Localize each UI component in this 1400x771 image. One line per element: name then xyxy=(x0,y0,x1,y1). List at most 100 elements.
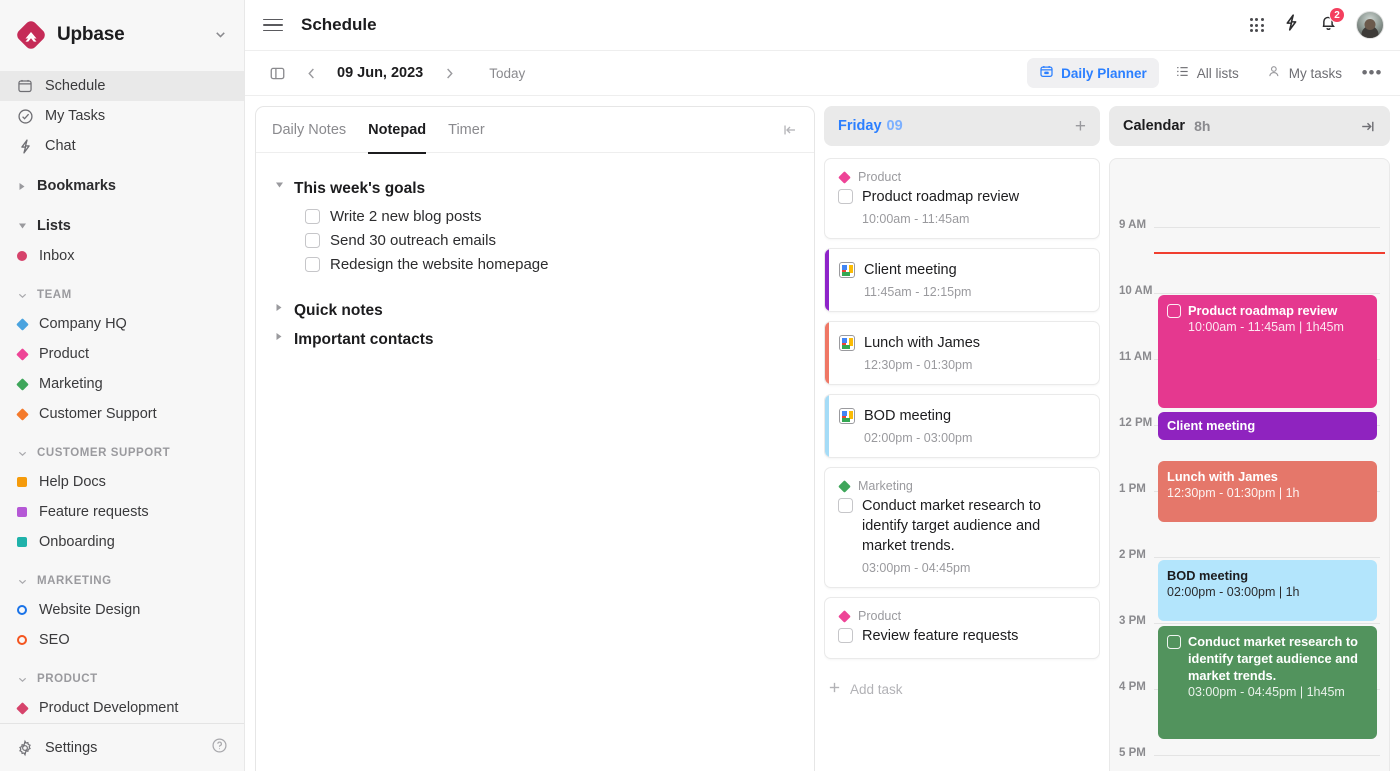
notepad-todo[interactable]: Write 2 new blog posts xyxy=(305,204,798,228)
tab-daily-notes[interactable]: Daily Notes xyxy=(272,107,346,153)
more-options-button[interactable]: ••• xyxy=(1358,59,1386,87)
caret-right-icon[interactable] xyxy=(272,297,286,312)
event-title: Lunch with James xyxy=(1167,469,1278,484)
grid-apps-icon[interactable] xyxy=(1249,17,1264,33)
event-title: Client meeting xyxy=(1167,418,1256,433)
brand-header[interactable]: Upbase xyxy=(0,0,244,69)
chevron-down-icon[interactable] xyxy=(213,27,228,42)
collapse-left-icon[interactable] xyxy=(782,122,798,138)
help-circle-icon[interactable] xyxy=(211,737,228,759)
caret-down-icon[interactable] xyxy=(272,175,286,189)
checkbox[interactable] xyxy=(1167,304,1181,318)
list-ring-icon xyxy=(16,634,28,646)
calendar-event[interactable]: BOD meeting 02:00pm - 03:00pm | 1h xyxy=(1158,560,1377,621)
event-title: BOD meeting xyxy=(1167,568,1249,583)
sidebar-group-lists[interactable]: Lists xyxy=(0,211,244,241)
gear-icon[interactable] xyxy=(16,739,34,757)
sidebar-group-bookmarks[interactable]: Bookmarks xyxy=(0,171,244,201)
bell-icon[interactable]: 2 xyxy=(1319,7,1345,37)
sidebar-panel-icon[interactable] xyxy=(263,59,291,87)
calendar-event[interactable]: Lunch with James 12:30pm - 01:30pm | 1h xyxy=(1158,461,1377,522)
calendar-column: Calendar 8h 9 AM 10 AM 11 AM 12 PM 1 PM xyxy=(1109,106,1390,771)
sidebar-section-product[interactable]: PRODUCT xyxy=(0,665,244,693)
sidebar-section-marketing[interactable]: MARKETING xyxy=(0,567,244,595)
notepad-body: This week's goals Write 2 new blog posts… xyxy=(256,153,814,355)
expand-right-icon[interactable] xyxy=(1359,118,1376,135)
sidebar-item-label: Chat xyxy=(45,138,76,155)
sidebar-item-customer-support[interactable]: Customer Support xyxy=(0,399,244,429)
list-diamond-icon xyxy=(15,348,29,361)
task-card[interactable]: Marketing Conduct market research to ide… xyxy=(824,467,1100,588)
sidebar-item-product[interactable]: Product xyxy=(0,339,244,369)
sidebar-item-seo[interactable]: SEO xyxy=(0,625,244,655)
hour-label: 3 PM xyxy=(1119,615,1146,627)
checkbox[interactable] xyxy=(838,628,853,643)
view-all-lists[interactable]: All lists xyxy=(1163,58,1251,88)
hamburger-icon[interactable] xyxy=(263,15,283,35)
sidebar-item-inbox[interactable]: Inbox xyxy=(0,241,244,271)
avatar[interactable] xyxy=(1356,11,1384,39)
settings-label[interactable]: Settings xyxy=(45,740,200,756)
lightning-icon[interactable] xyxy=(1282,13,1301,37)
current-date[interactable]: 09 Jun, 2023 xyxy=(331,65,429,81)
caret-right-icon[interactable] xyxy=(272,326,286,341)
sidebar-item-help-docs[interactable]: Help Docs xyxy=(0,467,244,497)
sidebar-item-product-development[interactable]: Product Development xyxy=(0,693,244,723)
calendar-event[interactable]: Conduct market research to identify targ… xyxy=(1158,626,1377,739)
hour-label: 5 PM xyxy=(1119,747,1146,759)
day-name: Friday xyxy=(838,118,882,134)
tab-timer[interactable]: Timer xyxy=(448,107,485,153)
task-title: Conduct market research to identify targ… xyxy=(862,498,1041,554)
sidebar-section-customer-support[interactable]: CUSTOMER SUPPORT xyxy=(0,439,244,467)
add-task-button[interactable]: Add task xyxy=(824,668,1100,710)
event-card[interactable]: Client meeting 11:45am - 12:15pm xyxy=(824,248,1100,312)
event-time: 03:00pm - 04:45pm | 1h45m xyxy=(1188,685,1345,699)
plus-icon[interactable]: + xyxy=(1075,117,1086,136)
sidebar-section-label: CUSTOMER SUPPORT xyxy=(37,447,171,460)
checkbox[interactable] xyxy=(305,208,320,224)
check-circle-icon xyxy=(16,107,34,125)
sidebar-item-my-tasks[interactable]: My Tasks xyxy=(0,101,244,131)
sidebar-item-label: My Tasks xyxy=(45,108,106,125)
calendar-grid[interactable]: 9 AM 10 AM 11 AM 12 PM 1 PM 2 PM 3 PM 4 … xyxy=(1109,158,1390,771)
notepad-todo[interactable]: Redesign the website homepage xyxy=(305,252,798,276)
view-daily-planner[interactable]: Daily Planner xyxy=(1027,58,1159,88)
notepad-block-goals[interactable]: This week's goals xyxy=(272,175,798,202)
sidebar-item-chat[interactable]: Chat xyxy=(0,131,244,161)
sidebar-item-feature-requests[interactable]: Feature requests xyxy=(0,497,244,527)
checkbox[interactable] xyxy=(838,498,853,513)
notepad-todo[interactable]: Send 30 outreach emails xyxy=(305,228,798,252)
event-card[interactable]: BOD meeting 02:00pm - 03:00pm xyxy=(824,394,1100,458)
event-card[interactable]: Lunch with James 12:30pm - 01:30pm xyxy=(824,321,1100,385)
task-card[interactable]: Product Product roadmap review 10:00am -… xyxy=(824,158,1100,239)
list-diamond-icon xyxy=(15,318,29,331)
sidebar-item-onboarding[interactable]: Onboarding xyxy=(0,527,244,557)
hour-line xyxy=(1154,293,1380,294)
sidebar-item-website-design[interactable]: Website Design xyxy=(0,595,244,625)
calendar-title: Calendar xyxy=(1123,118,1186,134)
checkbox[interactable] xyxy=(838,189,853,204)
add-task-label: Add task xyxy=(850,681,903,697)
prev-day-button[interactable] xyxy=(297,59,325,87)
calendar-event[interactable]: Client meeting xyxy=(1158,412,1377,440)
sidebar-item-marketing[interactable]: Marketing xyxy=(0,369,244,399)
event-title: Client meeting xyxy=(864,262,957,278)
checkbox[interactable] xyxy=(1167,635,1181,649)
checkbox[interactable] xyxy=(305,232,320,248)
notepad-block-important-contacts[interactable]: Important contacts xyxy=(272,326,798,353)
checkbox[interactable] xyxy=(305,256,320,272)
list-ring-icon xyxy=(16,604,28,616)
sidebar-item-company-hq[interactable]: Company HQ xyxy=(0,309,244,339)
sidebar-section-team[interactable]: TEAM xyxy=(0,281,244,309)
sidebar-item-schedule[interactable]: Schedule xyxy=(0,71,244,102)
next-day-button[interactable] xyxy=(435,59,463,87)
notepad-block-quick-notes[interactable]: Quick notes xyxy=(272,297,798,324)
sidebar-item-label: Feature requests xyxy=(39,504,149,521)
tab-notepad[interactable]: Notepad xyxy=(368,107,427,154)
view-my-tasks[interactable]: My tasks xyxy=(1255,58,1354,88)
calendar-event[interactable]: Product roadmap review 10:00am - 11:45am… xyxy=(1158,295,1377,408)
today-button[interactable]: Today xyxy=(477,61,537,86)
task-card[interactable]: Product Review feature requests xyxy=(824,597,1100,659)
calendar-icon xyxy=(16,77,34,95)
task-title: Review feature requests xyxy=(862,628,1019,644)
